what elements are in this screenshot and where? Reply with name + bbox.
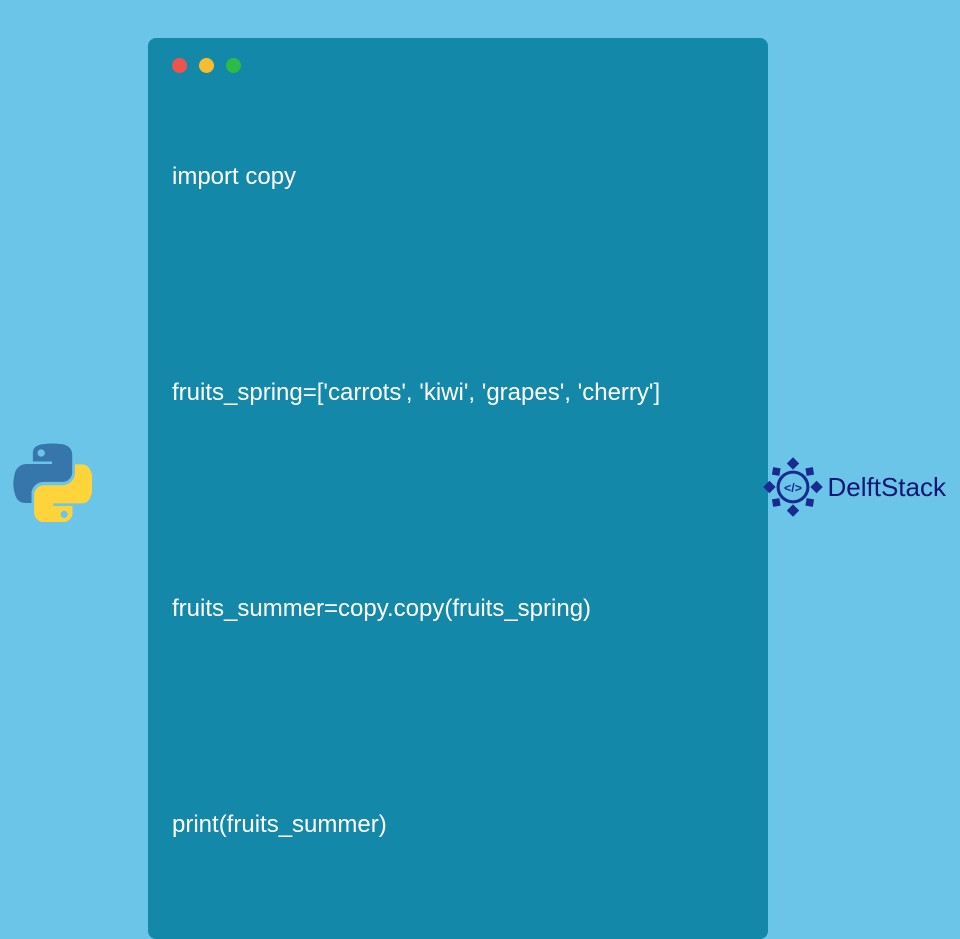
code-line: print(fruits_summer) [172, 807, 744, 843]
delftstack-badge-icon: </> [762, 456, 824, 518]
code-line: fruits_spring=['carrots', 'kiwi', 'grape… [172, 375, 744, 411]
code-line [172, 267, 744, 303]
brand-name: DelftStack [828, 472, 947, 503]
code-window: import copy fruits_spring=['carrots', 'k… [148, 38, 768, 939]
code-line [172, 483, 744, 519]
maximize-icon [226, 58, 241, 73]
minimize-icon [199, 58, 214, 73]
code-line [172, 699, 744, 735]
delftstack-logo: </> DelftStack [762, 456, 947, 518]
python-logo-icon [12, 442, 92, 522]
close-icon [172, 58, 187, 73]
window-controls [172, 58, 744, 73]
code-line: fruits_summer=copy.copy(fruits_spring) [172, 591, 744, 627]
svg-text:</>: </> [784, 481, 802, 495]
code-line: import copy [172, 159, 744, 195]
code-content: import copy fruits_spring=['carrots', 'k… [172, 87, 744, 915]
